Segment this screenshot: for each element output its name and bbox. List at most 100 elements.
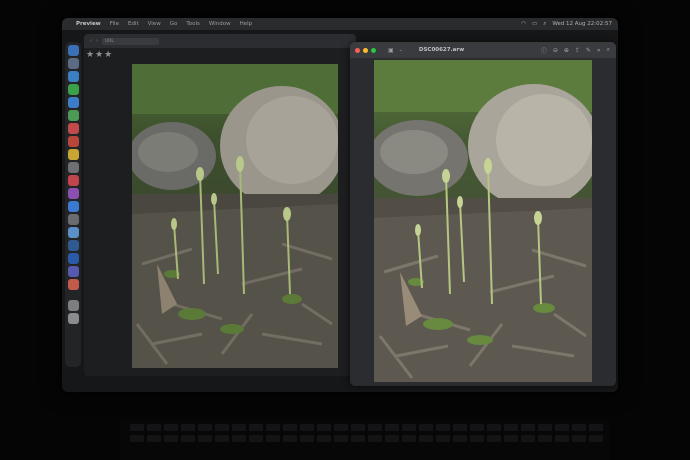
- keyboard-key: [300, 435, 314, 442]
- share-icon[interactable]: ⇪: [575, 47, 580, 54]
- menu-view[interactable]: View: [148, 21, 161, 27]
- markup-icon[interactable]: ✎: [586, 47, 591, 54]
- dock-icon-mail[interactable]: [67, 97, 79, 108]
- menu-edit[interactable]: Edit: [128, 21, 139, 27]
- menu-app-name[interactable]: Preview: [76, 21, 101, 27]
- keyboard-key: [164, 435, 178, 442]
- keyboard-key: [453, 435, 467, 442]
- dock-icon-lightroom[interactable]: [67, 240, 79, 251]
- keyboard-key: [215, 424, 229, 431]
- close-button[interactable]: [355, 47, 360, 53]
- document-title: DSC00627.arw: [418, 47, 465, 53]
- keyboard-key: [351, 424, 365, 431]
- dock-icon-launchpad[interactable]: [67, 58, 79, 69]
- menu-file[interactable]: File: [110, 21, 119, 27]
- keyboard-key: [147, 424, 161, 431]
- zoom-out-icon[interactable]: ⊖: [553, 47, 558, 54]
- left-photo[interactable]: [132, 64, 338, 368]
- menu-help[interactable]: Help: [240, 21, 253, 27]
- keyboard-key: [334, 424, 348, 431]
- keyboard-key: [538, 424, 552, 431]
- preview-toolbar: ⓘ ⊖ ⊕ ⇪ ✎ » ⌕: [541, 42, 610, 58]
- keyboard-key: [419, 435, 433, 442]
- keyboard-key: [436, 424, 450, 431]
- zoom-in-icon[interactable]: ⊕: [564, 47, 569, 54]
- window-controls: [355, 47, 376, 53]
- keyboard-key: [300, 424, 314, 431]
- keyboard-key: [130, 435, 144, 442]
- keyboard-key: [419, 424, 433, 431]
- dock: [65, 42, 81, 367]
- keyboard-key: [198, 435, 212, 442]
- keyboard-key: [164, 424, 178, 431]
- dock-icon-notes[interactable]: [67, 149, 79, 160]
- menu-go[interactable]: Go: [170, 21, 178, 27]
- dock-icon-messages[interactable]: [67, 84, 79, 95]
- menu-window[interactable]: Window: [209, 21, 231, 27]
- keyboard-key: [538, 435, 552, 442]
- keyboard-key: [504, 424, 518, 431]
- keyboard-row: [130, 435, 610, 442]
- dock-icon-preview[interactable]: [67, 227, 79, 238]
- keyboard-key: [283, 424, 297, 431]
- keyboard-key: [555, 435, 569, 442]
- address-field[interactable]: URL: [102, 37, 159, 45]
- maximize-button[interactable]: [371, 47, 376, 53]
- keyboard-key: [351, 435, 365, 442]
- more-icon[interactable]: »: [597, 47, 601, 54]
- menu-bar: Preview File Edit View Go Tools Window H…: [62, 18, 618, 30]
- dock-icon-word[interactable]: [67, 253, 79, 264]
- dock-icon-calendar[interactable]: [67, 136, 79, 147]
- info-icon[interactable]: ⓘ: [541, 46, 547, 55]
- keyboard-key: [436, 435, 450, 442]
- dock-icon-finder[interactable]: [67, 45, 79, 56]
- wifi-icon[interactable]: ◠: [521, 21, 526, 27]
- star-rating[interactable]: ★★★: [86, 50, 113, 60]
- search-icon[interactable]: ⌕: [607, 46, 610, 54]
- keyboard-key: [385, 435, 399, 442]
- back-icon[interactable]: ‹: [90, 38, 92, 44]
- dock-icon-downloads[interactable]: [67, 300, 79, 311]
- dock-icon-photoshop[interactable]: [67, 279, 79, 290]
- keyboard-key: [572, 435, 586, 442]
- dock-icon-podcasts[interactable]: [67, 188, 79, 199]
- keyboard-key: [266, 435, 280, 442]
- battery-icon[interactable]: ▭: [532, 21, 537, 27]
- dock-icon-photos[interactable]: [67, 123, 79, 134]
- keyboard-key: [572, 424, 586, 431]
- keyboard-key: [487, 424, 501, 431]
- dock-icon-safari[interactable]: [67, 71, 79, 82]
- dock-icon-appstore[interactable]: [67, 201, 79, 212]
- laptop-screen: Preview File Edit View Go Tools Window H…: [62, 18, 618, 392]
- clock[interactable]: Wed 12 Aug 22:02:57: [552, 21, 612, 27]
- preview-titlebar: ▣ ⌄ DSC00627.arw ⓘ ⊖ ⊕ ⇪ ✎ » ⌕: [350, 42, 616, 58]
- keyboard-key: [266, 424, 280, 431]
- keyboard-key: [215, 435, 229, 442]
- keyboard-key: [368, 435, 382, 442]
- keyboard-key: [147, 435, 161, 442]
- dock-icon-reminders[interactable]: [67, 162, 79, 173]
- dock-icon-music[interactable]: [67, 175, 79, 186]
- right-photo[interactable]: [374, 60, 592, 382]
- forward-icon[interactable]: ›: [96, 38, 98, 44]
- keyboard-key: [385, 424, 399, 431]
- dock-icon-trash[interactable]: [67, 313, 79, 324]
- keyboard-key: [368, 424, 382, 431]
- keyboard-key: [521, 435, 535, 442]
- chevron-down-icon[interactable]: ⌄: [399, 47, 403, 53]
- menu-tools[interactable]: Tools: [186, 21, 200, 27]
- dock-icon-maps[interactable]: [67, 110, 79, 121]
- left-photo-graphic: [132, 64, 338, 368]
- minimize-button[interactable]: [363, 47, 368, 53]
- keyboard-key: [317, 424, 331, 431]
- keyboard: [120, 420, 610, 460]
- keyboard-key: [249, 424, 263, 431]
- right-photo-graphic: [374, 60, 592, 382]
- keyboard-key: [283, 435, 297, 442]
- sidebar-icon[interactable]: ▣: [388, 47, 394, 54]
- keyboard-key: [334, 435, 348, 442]
- dock-icon-settings[interactable]: [67, 214, 79, 225]
- keyboard-key: [181, 435, 195, 442]
- dock-icon-teams[interactable]: [67, 266, 79, 277]
- search-icon[interactable]: ⌕: [543, 21, 546, 28]
